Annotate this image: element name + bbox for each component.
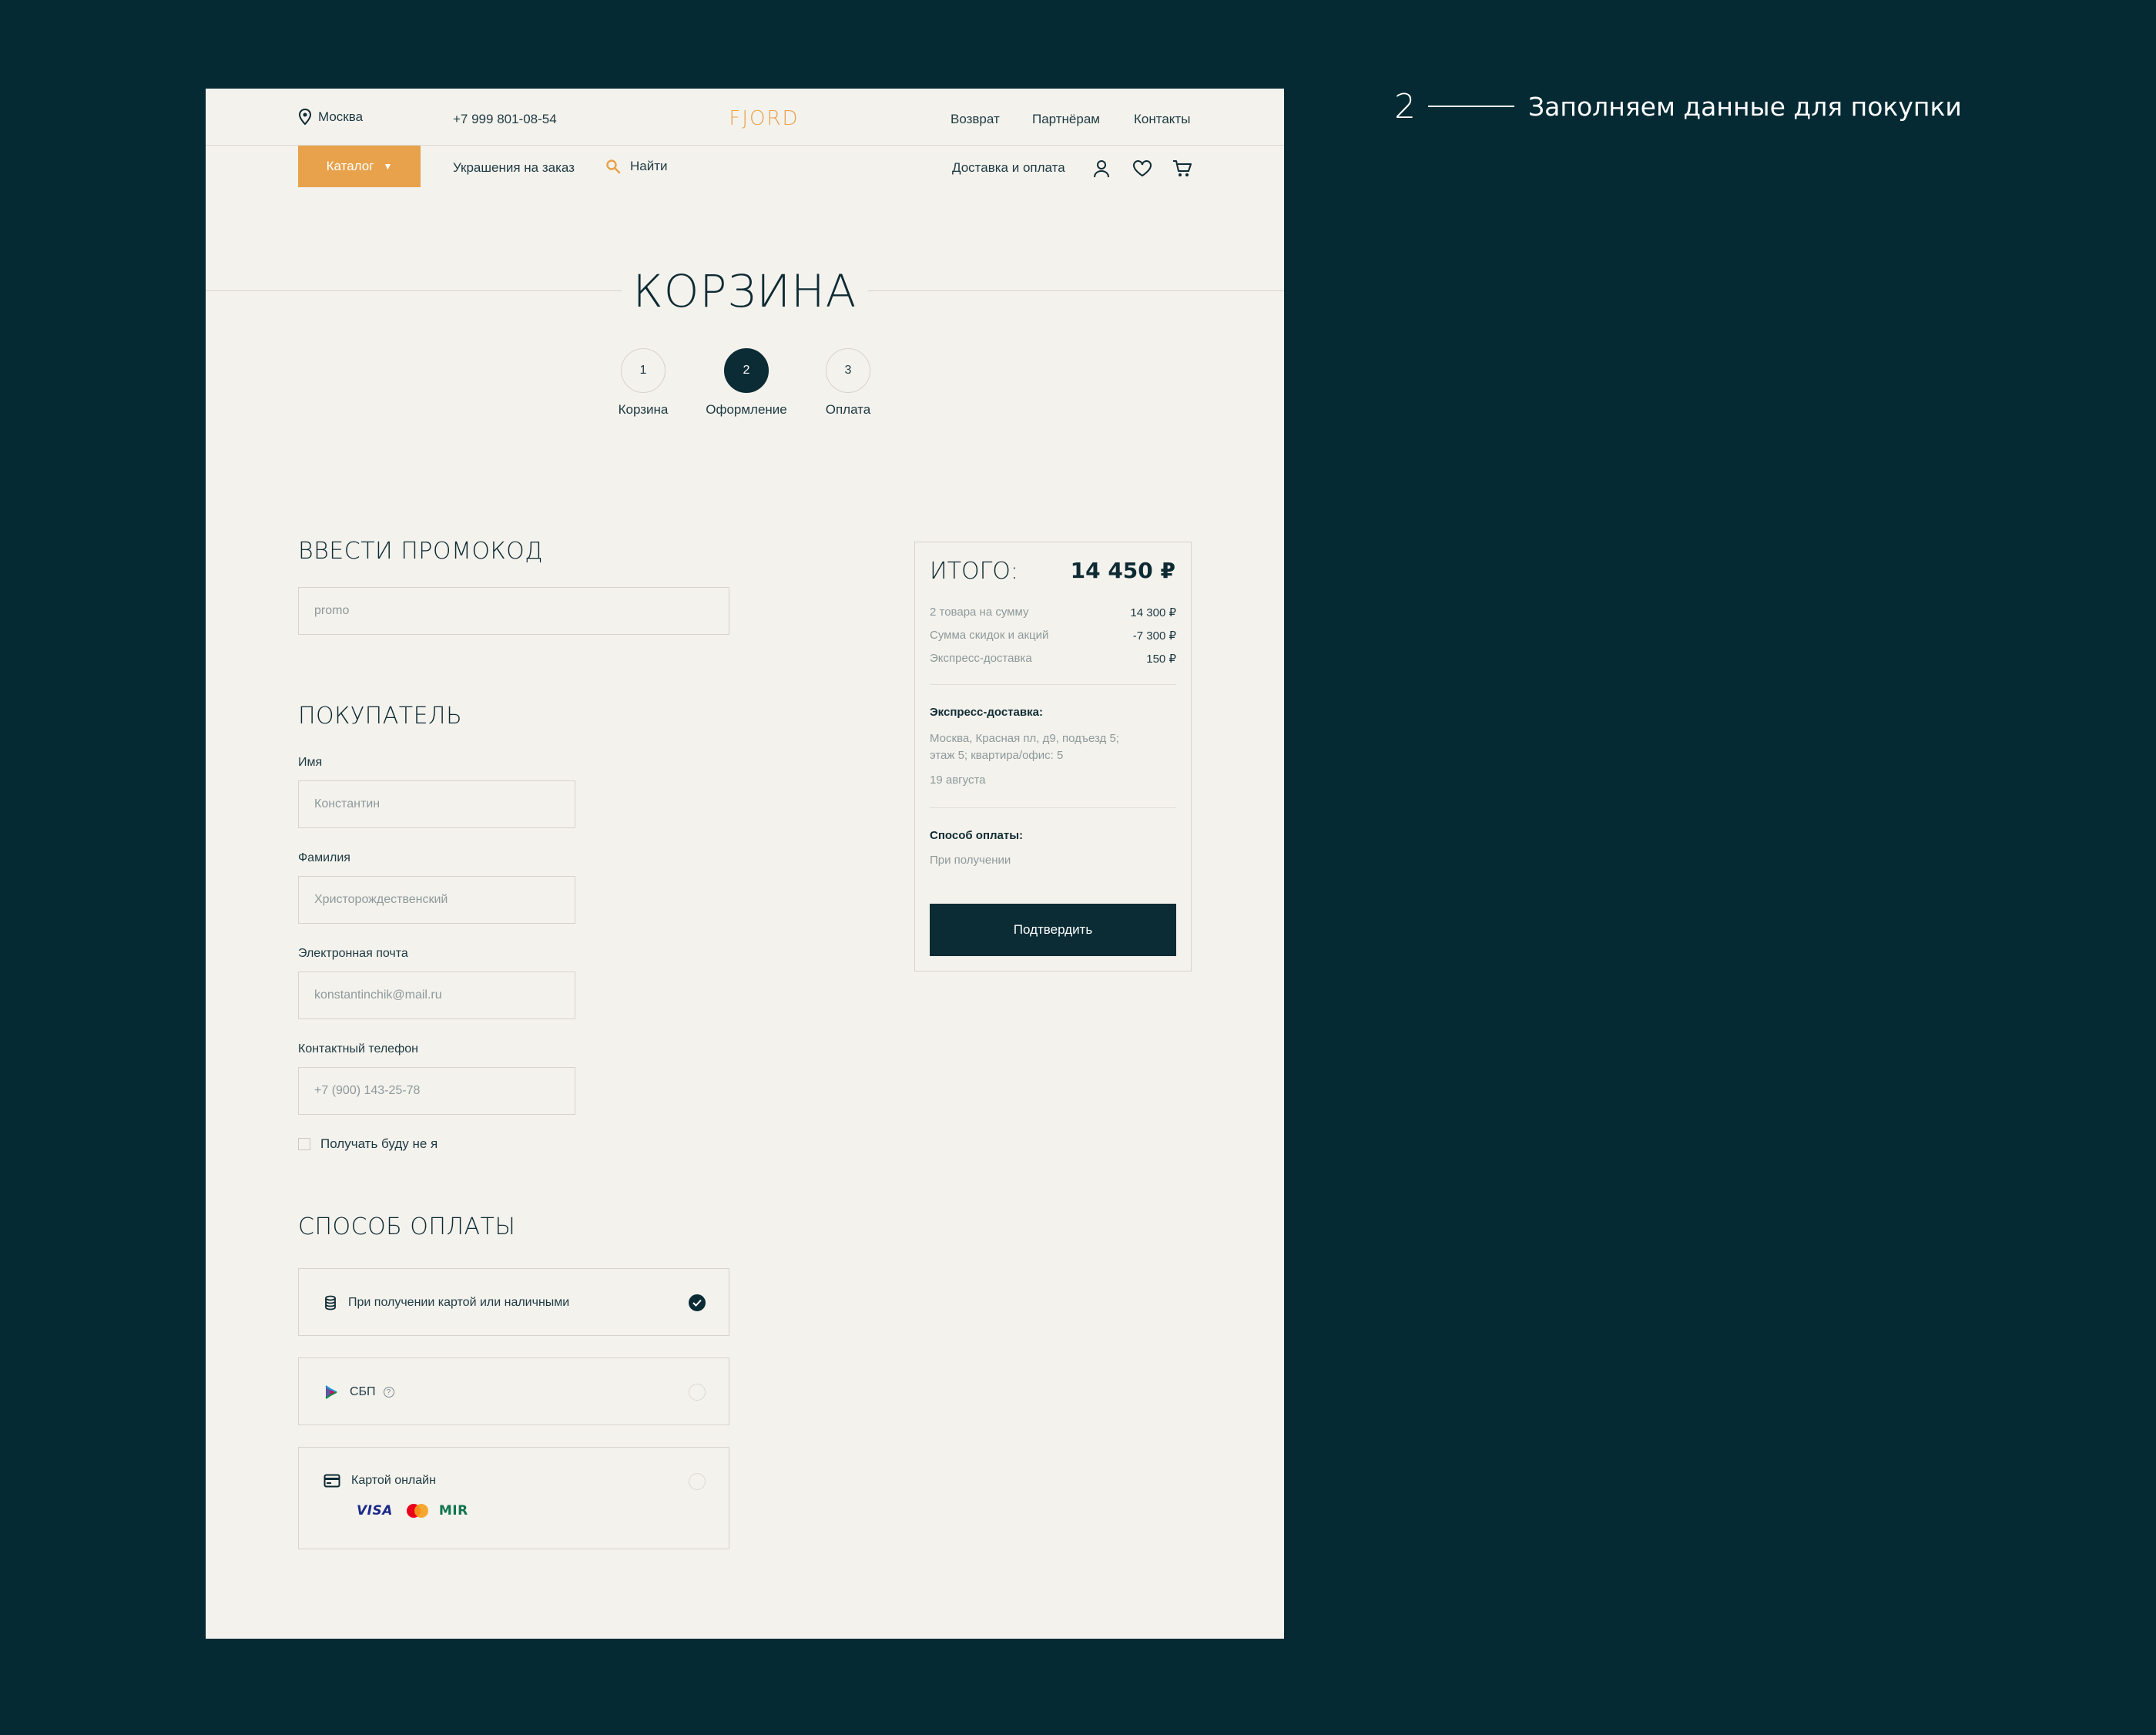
card-brands: VISA MIR [357,1503,468,1519]
summary-value: 150 ₽ [1146,653,1176,666]
credit-card-icon [324,1474,340,1488]
payment-option-on-delivery[interactable]: При получении картой или наличными [298,1268,729,1336]
name-field[interactable]: Константин [298,780,575,828]
summary-row: Сумма скидок и акций -7 300 ₽ [930,629,1176,643]
mastercard-logo-icon [406,1504,428,1518]
catalog-button[interactable]: Каталог ▼ [298,146,421,187]
payment-option-sbp[interactable]: СБП ? [298,1357,729,1425]
surname-label: Фамилия [298,851,350,864]
summary-divider [930,684,1176,685]
step-label: Оплата [825,402,871,417]
catalog-label: Каталог [326,159,374,173]
mir-logo: MIR [438,1503,468,1519]
radio-checked[interactable] [689,1294,706,1311]
phone-label: Контактный телефон [298,1042,418,1055]
city-selector[interactable]: Москва [298,109,363,126]
summary-key: 2 товара на сумму [930,606,1029,619]
step-number: 3 [826,348,870,393]
summary-key: Сумма скидок и акций [930,629,1049,642]
payment-method-title: Способ оплаты: [930,829,1024,842]
help-icon[interactable]: ? [383,1387,394,1398]
caret-down-icon: ▼ [383,161,393,172]
step-label: Корзина [618,402,669,417]
nav-partners[interactable]: Партнёрам [1032,112,1100,127]
confirm-button[interactable]: Подтвердить [930,904,1176,956]
location-pin-icon [298,109,312,126]
payment-option-label: СБП [350,1385,376,1398]
nav-return[interactable]: Возврат [951,112,1000,127]
step-payment[interactable]: 3 Оплата [802,348,894,418]
sbp-logo-icon [325,1385,337,1399]
payment-title: СПОСОБ ОПЛАТЫ [298,1213,516,1240]
payment-option-card-online[interactable]: Картой онлайн VISA MIR [298,1447,729,1549]
delivery-date: 19 августа [930,774,986,787]
nav-custom-jewelry[interactable]: Украшения на заказ [453,160,575,176]
name-label: Имя [298,756,323,769]
delivery-address-line: этаж 5; квартира/офис: 5 [930,749,1064,762]
other-recipient-checkbox[interactable]: Получать буду не я [298,1136,438,1152]
summary-key: Экспресс-доставка [930,652,1032,665]
promo-title: ВВЕСТИ ПРОМОКОД [298,538,544,565]
payment-option-label: При получении картой или наличными [348,1296,570,1309]
header-phone[interactable]: +7 999 801-08-54 [453,112,557,127]
annotation-number: 2 [1394,86,1416,126]
search-label: Найти [630,159,668,173]
total-value: 14 450 ₽ [1070,558,1175,583]
annotation-line [1428,106,1514,107]
search-icon [606,159,621,174]
step-checkout[interactable]: 2 Оформление [700,348,793,418]
visa-logo: VISA [357,1503,393,1519]
email-field[interactable]: konstantinchik@mail.ru [298,972,575,1019]
payment-option-label: Картой онлайн [351,1474,436,1487]
city-label: Москва [318,109,364,124]
logo[interactable]: FJORD [714,107,814,130]
checkbox-box[interactable] [298,1138,310,1150]
summary-value: 14 300 ₽ [1130,606,1176,619]
nav-delivery[interactable]: Доставка и оплата [952,160,1065,176]
radio-unchecked[interactable] [689,1473,706,1490]
email-label: Электронная почта [298,947,408,960]
step-label: Оформление [706,402,787,417]
delivery-address-line: Москва, Красная пл, д9, подъезд 5; [930,732,1119,745]
radio-unchecked[interactable] [689,1384,706,1401]
total-label: ИТОГО: [930,558,1019,585]
nav-contacts[interactable]: Контакты [1134,112,1190,127]
summary-value: -7 300 ₽ [1132,629,1176,643]
check-icon [692,1299,702,1307]
buyer-title: ПОКУПАТЕЛЬ [298,703,463,730]
annotation: 2 Заполняем данные для покупки [1394,83,1962,129]
promo-input[interactable]: promo [298,587,729,635]
search-button[interactable]: Найти [605,159,668,174]
heart-icon[interactable] [1132,159,1152,179]
surname-field[interactable]: Христорождественский [298,876,575,924]
checkout-page: Москва +7 999 801-08-54 FJORD Возврат Па… [206,89,1284,1639]
delivery-title: Экспресс-доставка: [930,706,1043,719]
cart-icon[interactable] [1172,159,1192,179]
order-summary: ИТОГО: 14 450 ₽ 2 товара на сумму 14 300… [914,542,1192,972]
step-number: 2 [724,348,769,393]
payment-method-value: При получении [930,854,1011,867]
checkbox-label: Получать буду не я [320,1136,438,1151]
phone-field[interactable]: +7 (900) 143-25-78 [298,1067,575,1115]
summary-row: Экспресс-доставка 150 ₽ [930,652,1176,666]
summary-divider [930,807,1176,808]
annotation-text: Заполняем данные для покупки [1528,91,1962,122]
summary-row: 2 товара на сумму 14 300 ₽ [930,606,1176,619]
user-icon[interactable] [1091,159,1112,179]
step-number: 1 [621,348,666,393]
step-cart[interactable]: 1 Корзина [597,348,689,418]
page-title: КОРЗИНА [622,264,868,318]
coins-icon [325,1295,336,1310]
